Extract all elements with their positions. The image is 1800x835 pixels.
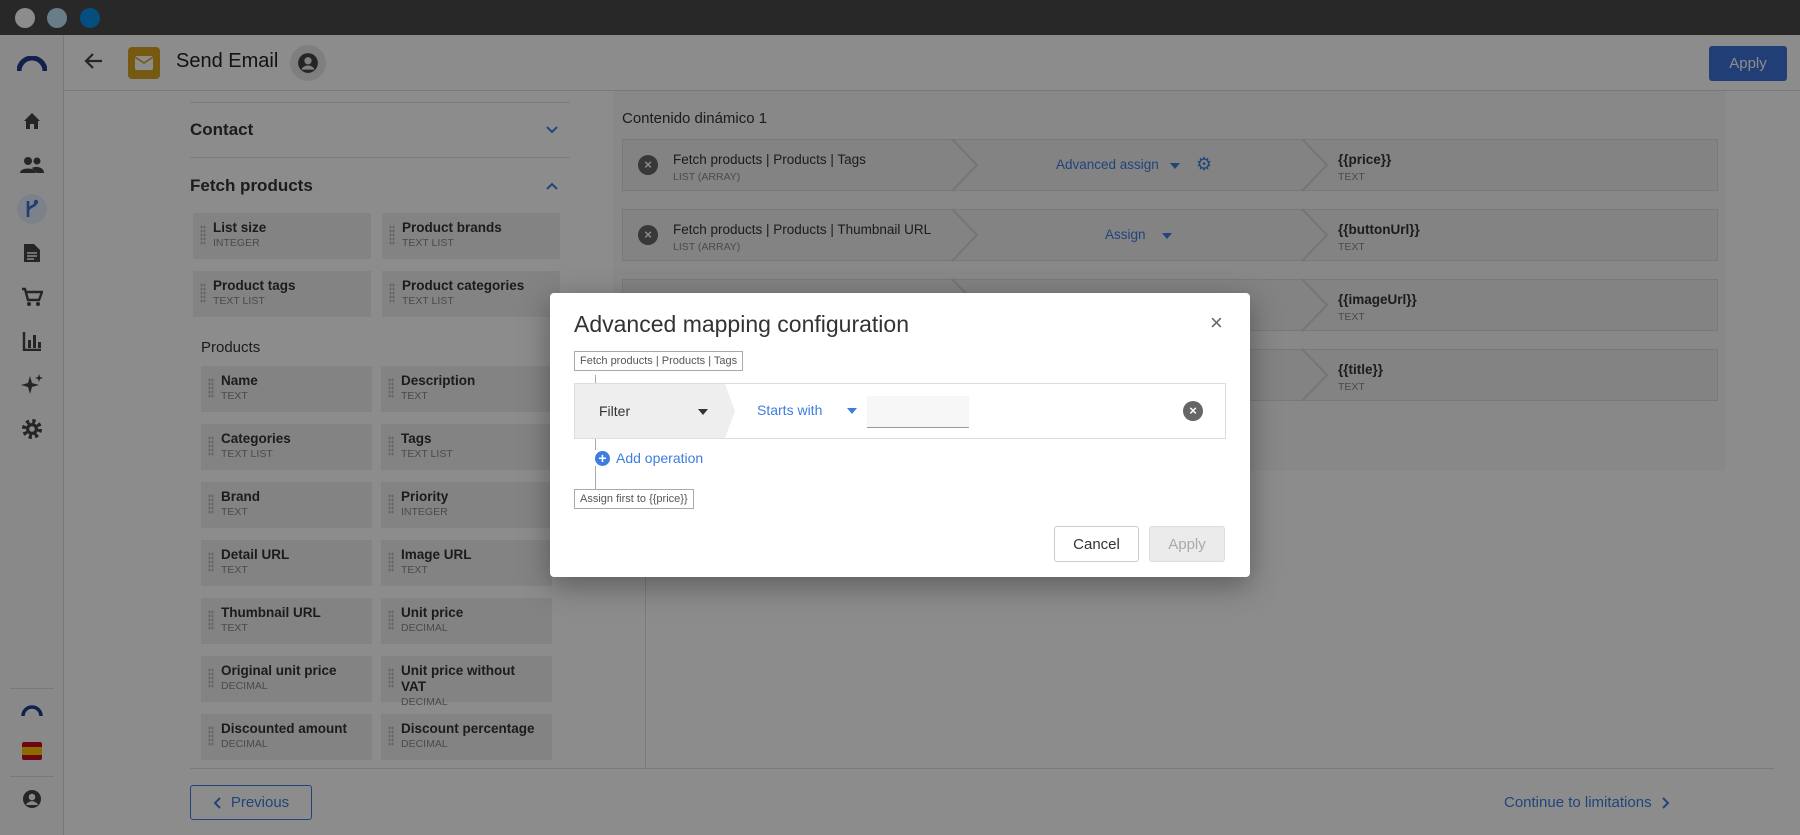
remove-operation-icon[interactable]: ×: [1183, 401, 1203, 421]
add-operation-button[interactable]: + Add operation: [595, 450, 708, 466]
close-icon[interactable]: ×: [1210, 312, 1223, 334]
apply-button[interactable]: Apply: [1149, 526, 1225, 562]
connector-line: [595, 439, 596, 494]
plus-icon: +: [595, 450, 610, 466]
cancel-button[interactable]: Cancel: [1054, 526, 1139, 562]
chevron-down-icon: [698, 409, 708, 415]
operation-row: Filter Starts with ×: [574, 383, 1226, 439]
chevron-down-icon: [847, 408, 857, 414]
source-tag: Fetch products | Products | Tags: [574, 351, 744, 371]
operation-label: Filter: [599, 403, 631, 419]
advanced-mapping-dialog: Advanced mapping configuration × Fetch p…: [550, 293, 1250, 577]
dialog-title: Advanced mapping configuration: [574, 311, 910, 337]
target-tag: Assign first to {{price}}: [574, 489, 694, 509]
condition-value-input[interactable]: [867, 396, 969, 428]
add-operation-label: Add operation: [616, 450, 704, 466]
condition-select[interactable]: Starts with: [757, 402, 822, 418]
operation-select[interactable]: Filter: [575, 384, 725, 438]
segment-arrow: [725, 384, 735, 438]
